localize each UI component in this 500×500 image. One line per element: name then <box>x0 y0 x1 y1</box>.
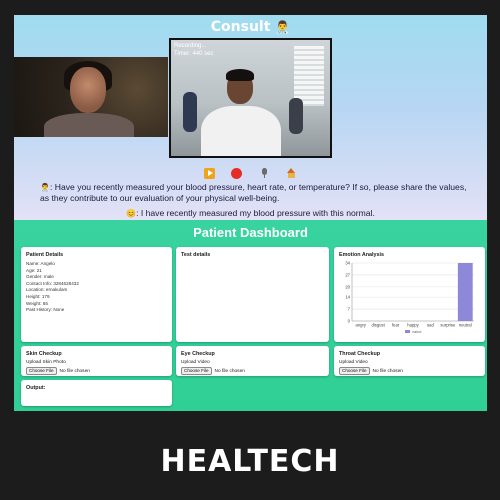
eye-checkup-title: Eye Checkup <box>181 351 215 357</box>
chart-y-tick-label: 20 <box>345 284 350 289</box>
dashboard-title: Patient Dashboard <box>193 225 308 240</box>
chart-x-tick-label: happy <box>407 323 419 328</box>
app-window: Consult 👨‍⚕️ Recording... Timer: 440 sec <box>14 15 487 411</box>
emotion-analysis-title: Emotion Analysis <box>339 252 385 258</box>
chart-y-tick-label: 34 <box>345 261 350 266</box>
doctor-emoji-icon: 👨‍⚕️ <box>40 183 50 192</box>
skin-file-status: No file chosen <box>59 369 90 374</box>
home-icon[interactable] <box>286 168 297 179</box>
skin-upload-label: Upload Skin Photo <box>26 360 66 365</box>
recording-status: Recording... Timer: 440 sec <box>174 42 213 58</box>
eye-choose-file-button[interactable]: Choose File <box>181 367 212 375</box>
consult-section: Consult 👨‍⚕️ Recording... Timer: 440 sec <box>14 15 487 220</box>
throat-file-input[interactable]: Choose File No file chosen <box>339 367 403 375</box>
recording-label: Recording... <box>174 43 207 49</box>
throat-upload-label: Upload Video <box>339 360 368 365</box>
output-title: Output: <box>26 385 46 391</box>
camera-person-body <box>201 106 281 156</box>
chart-y-tick-label: 14 <box>345 295 350 300</box>
play-icon[interactable] <box>203 168 215 180</box>
chart-x-tick-label: neutral <box>459 323 472 328</box>
test-details-card: Test details <box>176 247 329 342</box>
patient-detail-line: Location: ernakulam <box>26 287 68 293</box>
camera-background-window <box>294 46 324 106</box>
avatar-face <box>70 67 106 113</box>
doctor-question: 👨‍⚕️: Have you recently measured your bl… <box>40 182 470 204</box>
chart-x-tick-label: angry <box>355 323 366 328</box>
emotion-analysis-card: Emotion Analysis 0 7 14 20 27 34 angry disgust f… <box>334 247 485 342</box>
chart-legend-swatch <box>405 330 410 333</box>
eye-file-status: No file chosen <box>214 369 245 374</box>
doctor-emoji-icon: 👨‍⚕️ <box>275 20 291 34</box>
chart-x-tick-label: surprise <box>440 323 456 328</box>
skin-file-input[interactable]: Choose File No file chosen <box>26 367 90 375</box>
patient-detail-line: Height: 179 <box>26 293 50 299</box>
patient-detail-line: Age: 21 <box>26 267 42 273</box>
patient-details-list: Name: Angelo Age: 21 Gender: male Contac… <box>26 261 79 314</box>
patient-detail-line: Contact Info: 3284628432 <box>26 280 79 286</box>
chart-y-tick-label: 7 <box>348 307 351 312</box>
chart-y-tick-label: 27 <box>345 272 350 277</box>
answer-text: : I have recently measured my blood pres… <box>136 208 375 218</box>
patient-detail-line: Weight: 65 <box>26 300 48 306</box>
skin-checkup-title: Skin Checkup <box>26 351 62 357</box>
consult-title: Consult 👨‍⚕️ <box>14 19 487 35</box>
ai-avatar-video <box>14 57 168 137</box>
call-controls <box>14 165 487 180</box>
skin-checkup-card: Skin Checkup Upload Skin Photo Choose Fi… <box>21 346 172 376</box>
record-icon[interactable] <box>231 168 243 180</box>
consult-title-text: Consult <box>210 19 271 35</box>
emotion-chart: 0 7 14 20 27 34 angry disgust fear happy sad surpri… <box>345 261 474 334</box>
chart-x-tick-label: disgust <box>372 323 386 328</box>
skin-choose-file-button[interactable]: Choose File <box>26 367 57 375</box>
throat-file-status: No file chosen <box>372 369 403 374</box>
test-details-title: Test details <box>181 252 211 258</box>
chart-legend-label: value <box>412 329 422 334</box>
mic-icon[interactable] <box>259 168 270 179</box>
throat-checkup-card: Throat Checkup Upload Video Choose File N… <box>334 346 485 376</box>
output-card: Output: <box>21 380 172 406</box>
patient-detail-line: Name: Angelo <box>26 261 55 266</box>
throat-choose-file-button[interactable]: Choose File <box>339 367 370 375</box>
timer-label: Timer: 440 sec <box>174 51 214 57</box>
eye-checkup-card: Eye Checkup Upload Video Choose File No f… <box>176 346 329 376</box>
camera-person-hair <box>226 69 254 81</box>
patient-detail-line: Gender: male <box>26 274 54 280</box>
patient-answer: 😊: I have recently measured my blood pre… <box>14 208 487 218</box>
patient-detail-line: Past History: None <box>26 307 65 313</box>
chart-x-tick-label: sad <box>427 323 434 328</box>
patient-details-title: Patient Details <box>26 252 64 258</box>
camera-background-person <box>183 92 197 132</box>
camera-background-person <box>289 98 303 134</box>
question-text: : Have you recently measured your blood … <box>40 182 467 203</box>
eye-file-input[interactable]: Choose File No file chosen <box>181 367 245 375</box>
avatar-body <box>44 113 134 137</box>
webcam-video: Recording... Timer: 440 sec <box>169 38 332 158</box>
patient-details-card: Patient Details Name: Angelo Age: 21 Gen… <box>21 247 172 342</box>
chart-bar <box>457 263 473 321</box>
brand-title: HEALTECH <box>160 444 340 479</box>
throat-checkup-title: Throat Checkup <box>339 351 381 357</box>
smile-emoji-icon: 😊 <box>126 209 137 218</box>
chart-x-tick-label: fear <box>392 323 400 328</box>
patient-dashboard: Patient Dashboard Patient Details Name: … <box>14 220 487 411</box>
eye-upload-label: Upload Video <box>181 360 210 365</box>
chart-y-tick-label: 0 <box>348 319 351 324</box>
